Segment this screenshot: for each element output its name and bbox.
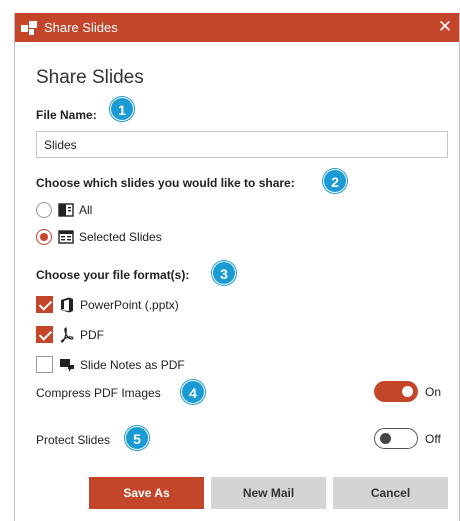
save-as-button[interactable]: Save As bbox=[89, 477, 204, 509]
share-slides-dialog: Share Slides ✕ Share Slides File Name: 1… bbox=[14, 13, 460, 521]
close-icon[interactable]: ✕ bbox=[435, 17, 455, 37]
format-label-pptx: PowerPoint (.pptx) bbox=[80, 297, 179, 312]
toggle-knob bbox=[380, 433, 391, 444]
protect-toggle-state: Off bbox=[425, 432, 441, 446]
format-option-pdf[interactable]: PDF bbox=[36, 326, 104, 343]
compress-pdf-label: Compress PDF Images bbox=[36, 386, 161, 400]
format-label-notes: Slide Notes as PDF bbox=[80, 357, 185, 372]
step-badge-5: 5 bbox=[125, 426, 149, 450]
format-label-pdf: PDF bbox=[80, 327, 104, 342]
format-option-notes[interactable]: Slide Notes as PDF bbox=[36, 356, 185, 373]
compress-pdf-toggle[interactable] bbox=[374, 381, 418, 402]
step-badge-3: 3 bbox=[212, 261, 236, 285]
presentation-icon bbox=[58, 203, 74, 217]
checkbox-notes[interactable] bbox=[36, 356, 53, 373]
step-badge-1: 1 bbox=[110, 97, 134, 121]
file-name-input[interactable] bbox=[36, 131, 448, 158]
window-title: Share Slides bbox=[44, 20, 118, 35]
formats-label: Choose your file format(s): bbox=[36, 268, 190, 282]
title-bar: Share Slides ✕ bbox=[15, 13, 459, 42]
step-badge-4: 4 bbox=[181, 380, 205, 404]
slides-choice-label: Choose which slides you would like to sh… bbox=[36, 176, 295, 190]
cancel-button[interactable]: Cancel bbox=[333, 477, 448, 509]
protect-slides-label: Protect Slides bbox=[36, 433, 111, 447]
app-logo-icon bbox=[21, 20, 37, 35]
protect-slides-toggle[interactable] bbox=[374, 428, 418, 449]
dialog-heading: Share Slides bbox=[36, 67, 144, 88]
radio-button[interactable] bbox=[36, 202, 52, 218]
toggle-knob bbox=[402, 386, 413, 397]
notes-icon bbox=[60, 358, 74, 372]
radio-label-all: All bbox=[79, 203, 93, 217]
compress-toggle-state: On bbox=[425, 385, 442, 399]
file-name-label: File Name: bbox=[36, 108, 97, 122]
step-badge-2: 2 bbox=[323, 169, 347, 193]
office-icon bbox=[61, 297, 73, 312]
pdf-icon bbox=[60, 326, 74, 343]
radio-option-selected-slides[interactable]: Selected Slides bbox=[36, 229, 162, 245]
checkbox-pdf[interactable] bbox=[36, 326, 53, 343]
radio-option-all[interactable]: All bbox=[36, 202, 92, 218]
radio-button-selected[interactable] bbox=[36, 229, 52, 245]
format-option-pptx[interactable]: PowerPoint (.pptx) bbox=[36, 296, 179, 313]
slides-list-icon bbox=[58, 230, 74, 244]
new-mail-button[interactable]: New Mail bbox=[211, 477, 326, 509]
radio-label-selected-slides: Selected Slides bbox=[79, 230, 162, 244]
checkbox-pptx[interactable] bbox=[36, 296, 53, 313]
